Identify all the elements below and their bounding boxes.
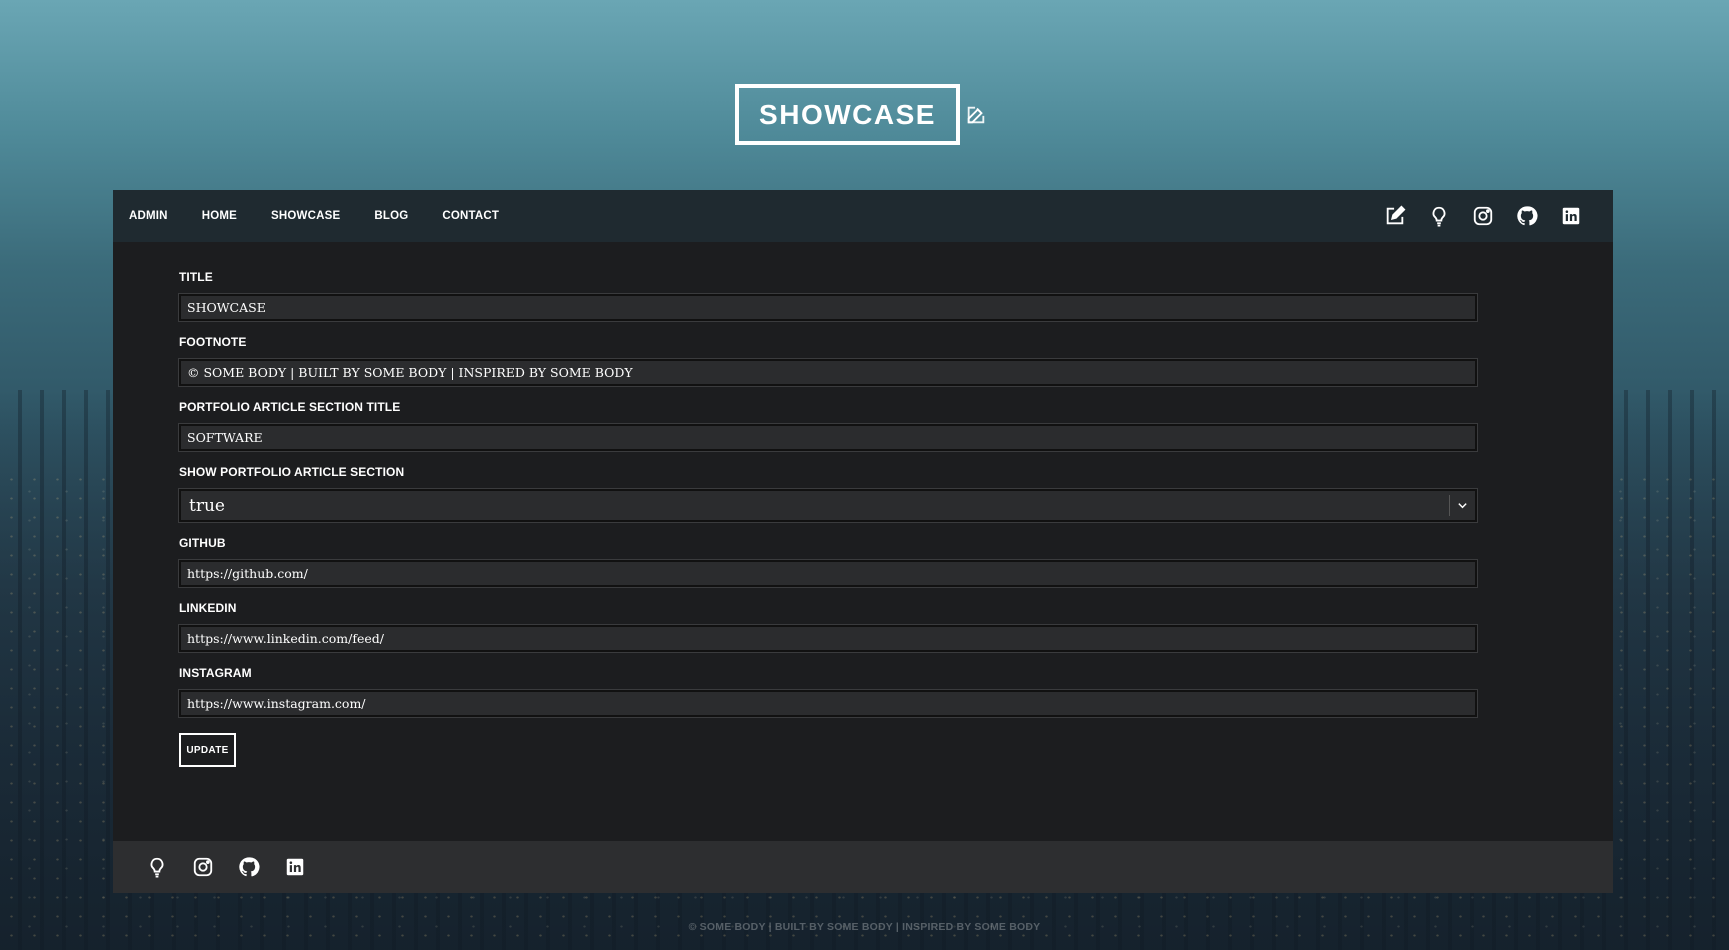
lightbulb-icon[interactable]	[145, 855, 169, 879]
show-portfolio-select[interactable]: true	[178, 488, 1478, 523]
linkedin-icon[interactable]	[1559, 204, 1583, 228]
github-icon[interactable]	[1515, 204, 1539, 228]
nav-item-showcase[interactable]: SHOWCASE	[271, 210, 340, 222]
footer-bar	[113, 841, 1613, 893]
footnote-input[interactable]	[178, 358, 1478, 387]
main-panel: ADMIN HOME SHOWCASE BLOG CONTACT TITLE S…	[113, 190, 1613, 893]
copyright-text: © SOME BODY | BUILT BY SOME BODY | INSPI…	[688, 921, 1041, 933]
site-title[interactable]: SHOWCASE	[735, 84, 960, 145]
instagram-label: INSTAGRAM	[179, 666, 252, 680]
edit-icon[interactable]	[1383, 204, 1407, 228]
nav-item-blog[interactable]: BLOG	[374, 210, 408, 222]
show-portfolio-value: true	[189, 495, 225, 516]
title-input[interactable]	[178, 293, 1478, 322]
instagram-icon[interactable]	[191, 855, 215, 879]
title-label: TITLE	[179, 270, 213, 284]
nav-item-admin[interactable]: ADMIN	[129, 210, 168, 222]
nav-item-home[interactable]: HOME	[202, 210, 237, 222]
linkedin-input[interactable]	[178, 624, 1478, 653]
instagram-icon[interactable]	[1471, 204, 1495, 228]
edit-title-icon[interactable]	[964, 103, 988, 127]
top-navigation: ADMIN HOME SHOWCASE BLOG CONTACT	[113, 190, 1613, 242]
linkedin-label: LINKEDIN	[179, 601, 237, 615]
settings-form: TITLE FOOTNOTE PORTFOLIO ARTICLE SECTION…	[113, 242, 1478, 767]
instagram-input[interactable]	[178, 689, 1478, 718]
portfolio-title-label: PORTFOLIO ARTICLE SECTION TITLE	[179, 400, 401, 414]
footnote-label: FOOTNOTE	[179, 335, 247, 349]
update-button[interactable]: UPDATE	[179, 733, 236, 767]
github-icon[interactable]	[237, 855, 261, 879]
lightbulb-icon[interactable]	[1427, 204, 1451, 228]
chevron-down-icon	[1449, 495, 1475, 516]
portfolio-title-input[interactable]	[178, 423, 1478, 452]
linkedin-icon[interactable]	[283, 855, 307, 879]
nav-icons	[1383, 204, 1583, 228]
github-input[interactable]	[178, 559, 1478, 588]
show-portfolio-label: SHOW PORTFOLIO ARTICLE SECTION	[179, 465, 405, 479]
nav-item-contact[interactable]: CONTACT	[442, 210, 499, 222]
github-label: GITHUB	[179, 536, 226, 550]
